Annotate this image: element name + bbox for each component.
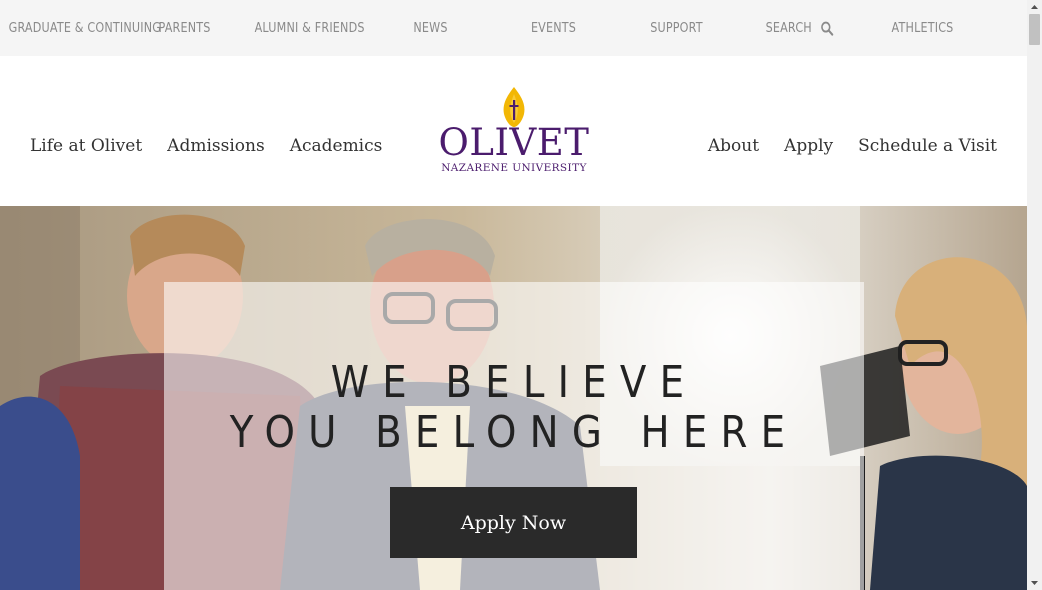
hero-headline-line1: WE BELIEVE xyxy=(330,357,698,408)
utility-link-label: ALUMNI & FRIENDS xyxy=(254,20,365,36)
logo-subtitle: NAZARENE UNIVERSITY xyxy=(441,162,587,174)
search-button[interactable]: SEARCH xyxy=(747,21,853,36)
hero-section: WE BELIEVE YOU BELONG HERE Apply Now xyxy=(0,206,1027,590)
scroll-up-arrow-icon[interactable] xyxy=(1027,0,1042,14)
utility-link-athletics[interactable]: ATHLETICS xyxy=(870,21,976,36)
nav-schedule-visit[interactable]: Schedule a Visit xyxy=(858,136,997,156)
vertical-scrollbar[interactable] xyxy=(1027,0,1042,590)
utility-nav: GRADUATE & CONTINUING PARENTS ALUMNI & F… xyxy=(0,0,1027,56)
utility-link-label: SUPPORT xyxy=(650,20,703,36)
logo-wordmark: OLIVET xyxy=(438,121,590,164)
utility-link-graduate[interactable]: GRADUATE & CONTINUING xyxy=(9,21,161,36)
nav-apply[interactable]: Apply xyxy=(784,136,833,156)
hero-overlay-box: WE BELIEVE YOU BELONG HERE Apply Now xyxy=(164,282,864,590)
utility-link-parents[interactable]: PARENTS xyxy=(132,21,238,36)
nav-about[interactable]: About xyxy=(708,136,759,156)
utility-link-support[interactable]: SUPPORT xyxy=(624,21,730,36)
main-nav-right: About Apply Schedule a Visit xyxy=(683,136,997,156)
utility-bar: GRADUATE & CONTINUING PARENTS ALUMNI & F… xyxy=(0,0,1027,56)
apply-now-button[interactable]: Apply Now xyxy=(390,487,637,558)
utility-link-label: NEWS xyxy=(413,20,448,36)
nav-admissions[interactable]: Admissions xyxy=(167,136,265,156)
utility-link-label: PARENTS xyxy=(158,20,211,36)
utility-link-events[interactable]: EVENTS xyxy=(501,21,607,36)
utility-link-alumni[interactable]: ALUMNI & FRIENDS xyxy=(255,21,365,36)
nav-life-at-olivet[interactable]: Life at Olivet xyxy=(30,136,142,156)
page: GRADUATE & CONTINUING PARENTS ALUMNI & F… xyxy=(0,0,1027,590)
search-icon xyxy=(821,21,834,36)
site-header: Life at Olivet Admissions Academics OLIV… xyxy=(0,56,1027,206)
nav-academics[interactable]: Academics xyxy=(290,136,383,156)
scroll-down-arrow-icon[interactable] xyxy=(1027,576,1042,590)
hero-headline-line2: YOU BELONG HERE xyxy=(229,407,799,458)
utility-link-label: ATHLETICS xyxy=(891,20,954,36)
university-logo[interactable]: OLIVET NAZARENE UNIVERSITY xyxy=(438,86,590,176)
utility-link-label: EVENTS xyxy=(530,20,577,36)
main-nav-left: Life at Olivet Admissions Academics xyxy=(30,136,407,156)
search-label: SEARCH xyxy=(765,20,812,36)
scroll-thumb[interactable] xyxy=(1029,14,1040,45)
utility-link-news[interactable]: NEWS xyxy=(378,21,484,36)
